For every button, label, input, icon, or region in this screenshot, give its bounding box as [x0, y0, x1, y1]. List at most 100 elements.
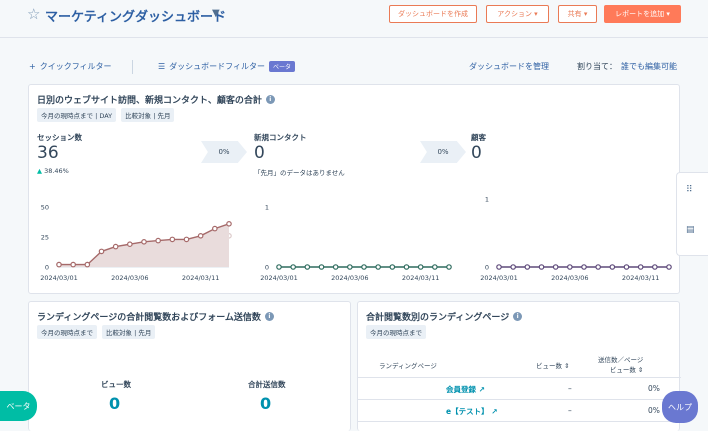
external-link-icon: ↗: [491, 407, 498, 416]
y-tick-label: 25: [41, 234, 49, 242]
data-point: [276, 264, 282, 270]
contacts-chart: 0 1 2024/03/01 2024/03/06 2024/03/11: [260, 204, 452, 282]
x-tick-label: 2024/03/01: [480, 274, 517, 282]
data-point: [290, 264, 296, 270]
series-area: [59, 223, 229, 267]
info-icon[interactable]: i: [513, 312, 523, 321]
data-point: [552, 264, 559, 270]
col-views[interactable]: ビュー数 ⇕: [536, 360, 570, 370]
arrow-up-icon: ▲: [37, 167, 42, 175]
sort-icon: ⇕: [637, 366, 644, 374]
data-point: [56, 261, 62, 268]
sessions-compare-chevron: 0%: [201, 141, 247, 163]
side-tools-panel: ⠿ ▤: [676, 172, 708, 256]
col-landing-page[interactable]: ランディングページ: [379, 360, 437, 370]
data-point: [84, 261, 91, 268]
dashboard-filter-label: ダッシュボードフィルター: [169, 62, 266, 71]
filter-tags: 今月の現時点まで | DAY 比較対象 | 先月: [37, 108, 175, 122]
data-point: [446, 264, 452, 270]
x-tick-label: 2024/03/11: [402, 274, 439, 282]
col-submission-rate[interactable]: 送信数／ページ ビュー数 ⇕: [598, 355, 643, 375]
customers-label: 顧客: [471, 133, 486, 142]
y-tick-label: 0: [45, 264, 49, 272]
daily-totals-card: 日別のウェブサイト訪問、新規コンタクト、顧客の合計 i 今月の現時点まで | D…: [28, 84, 680, 294]
beta-feedback-button[interactable]: ベータ: [0, 391, 37, 421]
card-title-text: 合計閲覧数別のランディングページ: [366, 313, 510, 323]
page-link[interactable]: e【テスト】 ↗: [446, 406, 498, 417]
favorite-star-icon[interactable]: ☆: [27, 5, 40, 23]
help-button[interactable]: ヘルプ: [662, 391, 698, 423]
y-tick-label: 1: [485, 196, 489, 204]
data-point: [496, 264, 502, 270]
card-title: 日別のウェブサイト訪問、新規コンタクト、顧客の合計 i: [37, 93, 275, 106]
create-dashboard-button[interactable]: ダッシュボードを作成: [389, 5, 477, 23]
y-tick-label: 1: [265, 204, 269, 212]
dashboard-filter-button[interactable]: ☰ ダッシュボードフィルター ベータ: [158, 61, 296, 72]
x-tick-label: 2024/03/06: [551, 274, 588, 282]
data-point: [432, 264, 438, 270]
filter-tags: 今月の現時点まで: [366, 325, 426, 339]
data-point: [318, 264, 325, 270]
info-icon[interactable]: i: [264, 312, 274, 321]
sessions-value: 36: [37, 143, 59, 163]
data-point: [347, 264, 353, 270]
data-point: [538, 264, 545, 270]
views-value[interactable]: 0: [109, 394, 120, 413]
data-point: [112, 243, 119, 250]
y-tick-label: 0: [265, 264, 269, 272]
comparison-tag: 比較対象 | 先月: [102, 325, 156, 339]
data-point: [609, 264, 616, 270]
data-point: [595, 264, 601, 270]
actions-button[interactable]: アクション ▾: [486, 5, 549, 23]
data-point: [169, 236, 176, 243]
card-title-text: 日別のウェブサイト訪問、新規コンタクト、顧客の合計: [37, 96, 262, 106]
filter-tags: 今月の現時点まで 比較対象 | 先月: [37, 325, 156, 339]
quick-filter-button[interactable]: + クイックフィルター: [29, 61, 112, 72]
x-tick-label: 2024/03/06: [331, 274, 368, 282]
customers-chart: 0 1 2024/03/01 2024/03/06 2024/03/11: [480, 196, 672, 282]
views-label: ビュー数: [101, 380, 131, 389]
customers-value: 0: [471, 143, 482, 163]
data-point: [226, 220, 232, 227]
data-point: [637, 264, 644, 270]
caret-down-icon: ▾: [581, 10, 588, 18]
col-views-label: ビュー数: [536, 362, 562, 370]
x-tick-label: 2024/03/11: [622, 274, 659, 282]
assign-value-link[interactable]: 誰でも編集可能: [621, 61, 677, 72]
data-point: [389, 264, 396, 270]
divider: [132, 60, 133, 74]
add-report-label: レポートを追加: [615, 10, 665, 18]
data-point: [141, 238, 147, 245]
info-icon[interactable]: i: [265, 95, 275, 104]
data-point: [70, 261, 76, 268]
add-report-button[interactable]: レポートを追加 ▾: [604, 5, 681, 23]
sessions-label: セッション数: [37, 133, 82, 142]
external-link-icon: ↗: [478, 385, 485, 394]
grid-dots-icon[interactable]: ⠿: [686, 185, 693, 195]
submits-label: 合計送信数: [248, 380, 286, 389]
data-point: [666, 264, 672, 270]
card-title: ランディングページの合計閲覧数およびフォーム送信数 i: [37, 310, 274, 323]
landing-totals-card: ランディングページの合計閲覧数およびフォーム送信数 i 今月の現時点まで 比較対…: [28, 301, 351, 431]
actions-label: アクション: [497, 10, 532, 18]
y-tick-label: 0: [485, 264, 489, 272]
data-point: [361, 264, 367, 270]
views-cell: –: [568, 406, 572, 415]
page-link[interactable]: 会員登録 ↗: [446, 384, 485, 395]
x-tick-label: 2024/03/11: [182, 274, 219, 282]
filter-bar: + クイックフィルター ☰ ダッシュボードフィルター ベータ ダッシュボードを管…: [0, 58, 708, 76]
data-point: [567, 264, 573, 270]
assign-label: 割り当て：: [577, 62, 617, 71]
contacts-value: 0: [254, 143, 265, 163]
x-tick-label: 2024/03/06: [111, 274, 148, 282]
comparison-tag: 比較対象 | 先月: [121, 108, 175, 122]
submits-value[interactable]: 0: [260, 394, 271, 413]
share-button[interactable]: 共有 ▾: [558, 5, 597, 23]
chevron-down-icon[interactable]: ▼: [212, 8, 220, 19]
chat-bubble-icon[interactable]: ▤: [686, 225, 695, 235]
dashboard-title[interactable]: マーケティングダッシュボード: [45, 6, 226, 25]
manage-dashboard-link[interactable]: ダッシュボードを管理: [469, 61, 549, 72]
beta-tag: ベータ: [269, 61, 296, 72]
contacts-note: 「先月」のデータはありません: [254, 169, 345, 177]
data-point: [417, 264, 424, 270]
